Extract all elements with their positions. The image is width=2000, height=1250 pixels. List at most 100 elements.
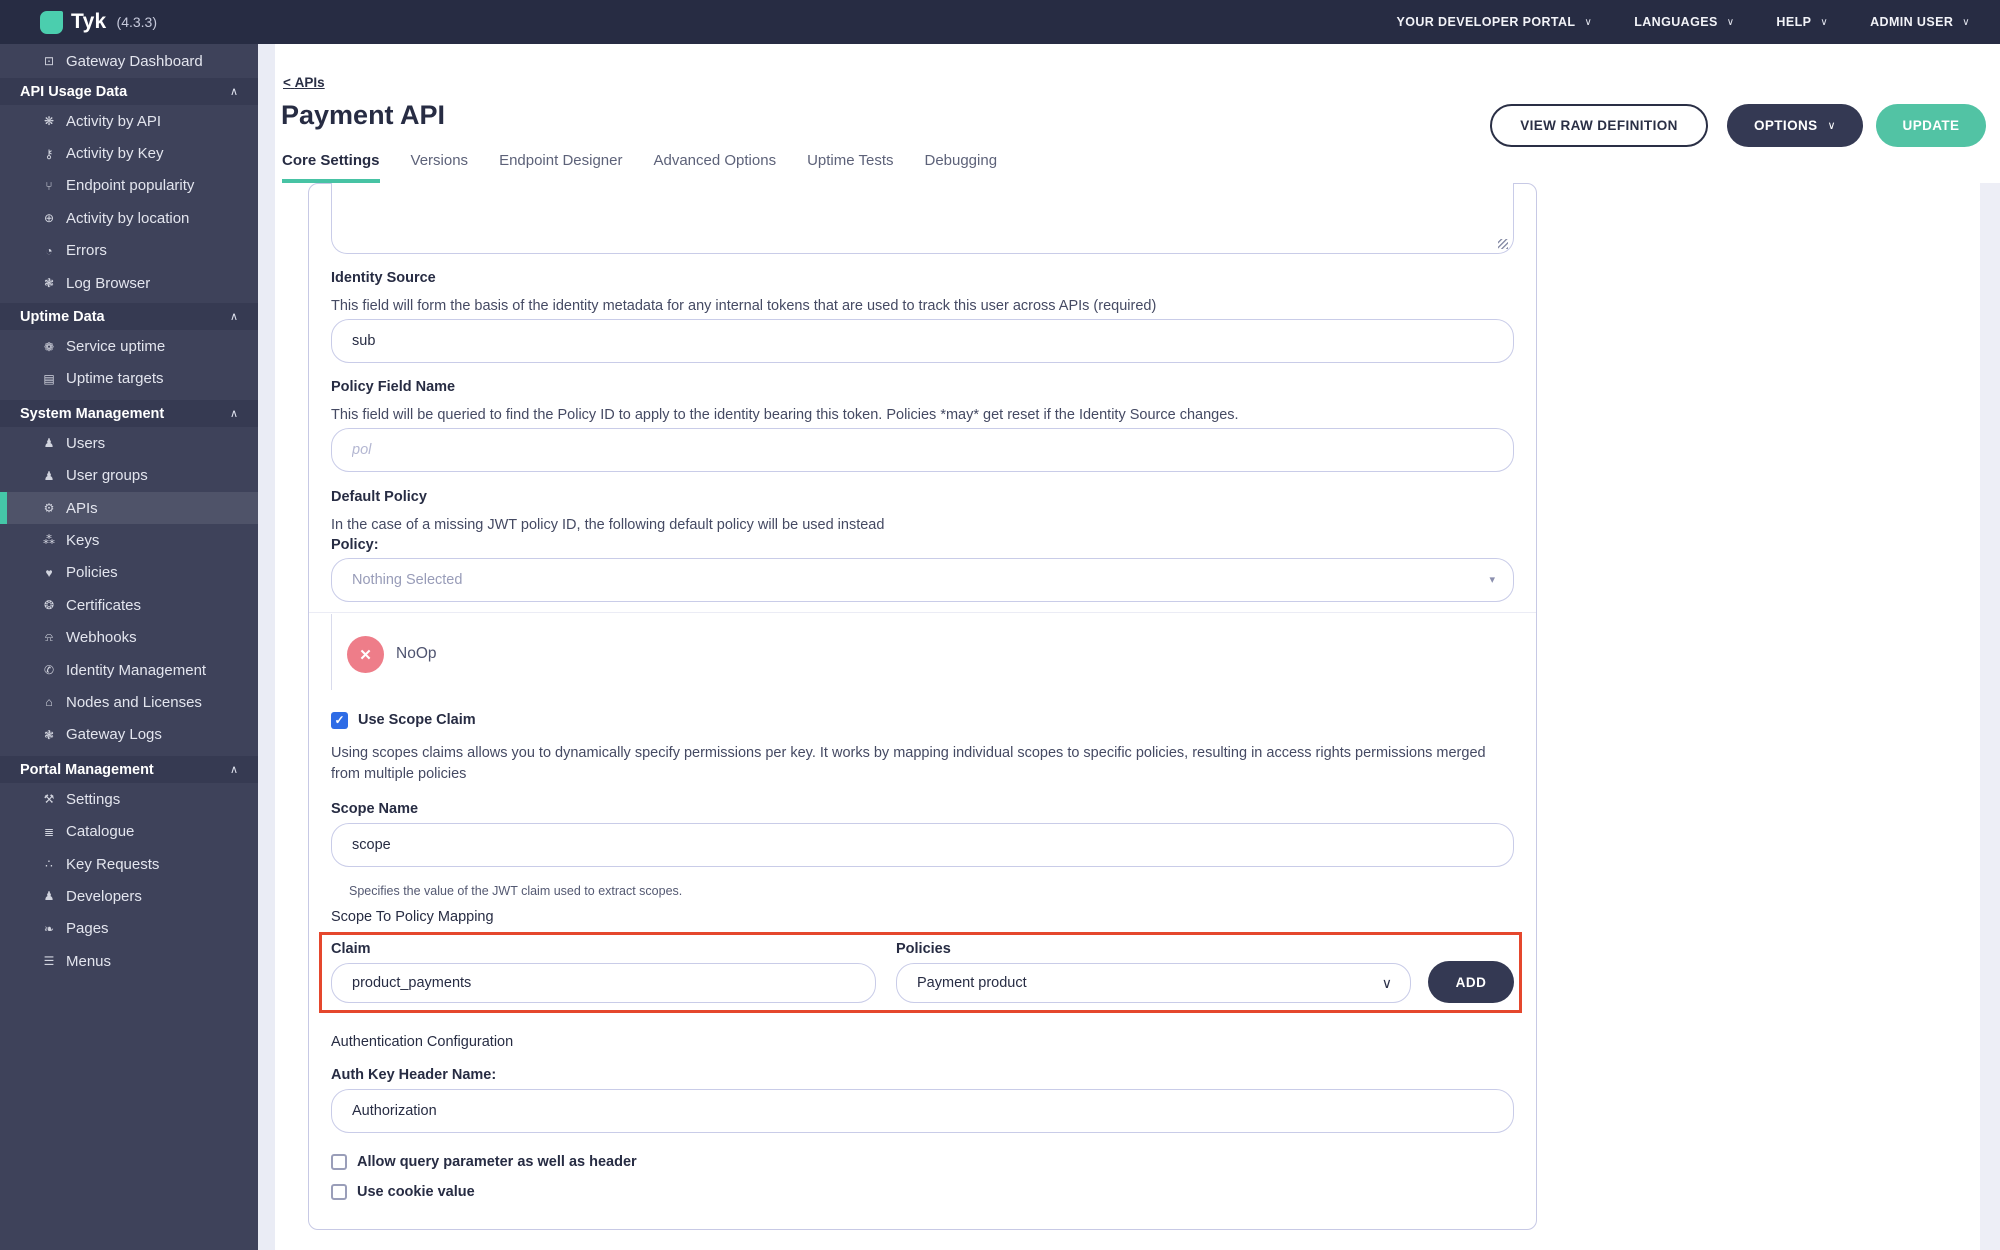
description-textarea[interactable] — [331, 183, 1514, 254]
sidebar-item-activity-by-key[interactable]: ⚷ Activity by Key — [0, 137, 258, 169]
tab-uptime-tests[interactable]: Uptime Tests — [807, 152, 893, 183]
sidebar-item-user-groups[interactable]: ♟ User groups — [0, 460, 258, 492]
allow-query-parameter-checkbox[interactable] — [331, 1154, 347, 1170]
phone-icon: ✆ — [43, 663, 55, 678]
chevron-up-icon: ∧ — [229, 408, 238, 421]
allow-query-parameter-label: Allow query parameter as well as header — [357, 1154, 637, 1170]
policies-label: Policies — [896, 941, 951, 957]
menu-developer-portal[interactable]: YOUR DEVELOPER PORTAL ∨ — [1396, 15, 1592, 29]
top-bar: Tyk (4.3.3) YOUR DEVELOPER PORTAL ∨ LANG… — [0, 0, 2000, 44]
sidebar-item-gateway-logs[interactable]: ❃ Gateway Logs — [0, 719, 258, 751]
sidebar-item-catalogue[interactable]: ≣ Catalogue — [0, 815, 258, 847]
section-divider — [309, 612, 1536, 613]
use-cookie-value-checkbox[interactable] — [331, 1184, 347, 1200]
sidebar-item-keys[interactable]: ⁂ Keys — [0, 524, 258, 556]
sidebar-item-log-browser[interactable]: ❃ Log Browser — [0, 267, 258, 299]
sidebar-item-service-uptime[interactable]: ❁ Service uptime — [0, 330, 258, 362]
gauge-icon: ❁ — [43, 339, 55, 354]
sidebar-section-api-usage-data[interactable]: API Usage Data ∧ — [0, 78, 258, 105]
sidebar-item-apis[interactable]: ⚙ APIs — [0, 491, 258, 525]
gears-icon: ⚙ — [43, 501, 55, 516]
policy-label: Policy: — [331, 537, 379, 553]
chevron-down-icon: ∨ — [1584, 16, 1593, 28]
bank-icon: ⌂ — [45, 695, 53, 710]
page-title: Payment API — [281, 100, 446, 130]
chart-icon: ❋ — [43, 114, 55, 129]
sidebar-item-key-requests[interactable]: ∴ Key Requests — [0, 848, 258, 880]
menu-admin-user[interactable]: ADMIN USER ∨ — [1870, 15, 1970, 29]
remove-policy-button[interactable]: ✕ — [347, 636, 384, 673]
sidebar-item-certificates[interactable]: ❂ Certificates — [0, 589, 258, 621]
sidebar-item-activity-by-location[interactable]: ⊕ Activity by location — [0, 202, 258, 234]
sidebar-item-gateway-dashboard[interactable]: ⊡ Gateway Dashboard — [0, 44, 258, 78]
sidebar-item-developers[interactable]: ♟ Developers — [0, 880, 258, 912]
user-icon: ♟ — [43, 436, 55, 451]
use-cookie-value-row: Use cookie value — [331, 1183, 475, 1201]
tab-versions[interactable]: Versions — [411, 152, 469, 183]
tab-advanced-options[interactable]: Advanced Options — [653, 152, 776, 183]
use-scope-claim-row: ✓ Use Scope Claim — [331, 711, 476, 729]
sidebar-item-settings[interactable]: ⚒ Settings — [0, 783, 258, 815]
close-icon: ✕ — [359, 646, 372, 664]
claim-input[interactable] — [331, 963, 876, 1003]
update-button[interactable]: UPDATE — [1876, 104, 1986, 147]
allow-query-parameter-row: Allow query parameter as well as header — [331, 1153, 637, 1171]
menu-help[interactable]: HELP ∨ — [1776, 15, 1828, 29]
sidebar-section-system-management[interactable]: System Management ∧ — [0, 400, 258, 428]
noop-policy-label: NoOp — [396, 645, 437, 662]
sidebar-item-pages[interactable]: ❧ Pages — [0, 913, 258, 945]
policy-field-name-description: This field will be queried to find the P… — [331, 407, 1239, 423]
users-icon: ♟ — [43, 468, 55, 483]
sidebar-item-activity-by-api[interactable]: ❋ Activity by API — [0, 105, 258, 137]
stack-icon: ≣ — [43, 824, 55, 839]
sidebar-item-errors[interactable]: ◔ Errors — [0, 235, 258, 267]
policy-field-name-input[interactable] — [331, 428, 1514, 472]
add-button[interactable]: ADD — [1428, 961, 1514, 1003]
policies-select[interactable]: Payment product ∨ — [896, 963, 1411, 1003]
tab-core-settings[interactable]: Core Settings — [282, 152, 380, 183]
paw-icon: ∴ — [45, 857, 53, 871]
sidebar-item-policies[interactable]: ♥ Policies — [0, 557, 258, 589]
menu-languages[interactable]: LANGUAGES ∨ — [1634, 15, 1734, 29]
chevron-down-icon: ∨ — [1726, 16, 1735, 28]
sidebar-section-portal-management[interactable]: Portal Management ∧ — [0, 756, 258, 784]
view-raw-definition-button[interactable]: VIEW RAW DEFINITION — [1490, 104, 1708, 147]
sidebar-section-uptime-data[interactable]: Uptime Data ∧ — [0, 303, 258, 331]
identity-source-input[interactable] — [331, 319, 1514, 363]
branch-icon: ⑂ — [45, 178, 53, 193]
sidebar-item-webhooks[interactable]: ⍾ Webhooks — [0, 621, 258, 653]
use-scope-claim-checkbox[interactable]: ✓ — [331, 711, 348, 729]
sidebar-item-menus[interactable]: ☰ Menus — [0, 945, 258, 977]
chevron-up-icon: ∧ — [229, 86, 238, 98]
sidebar: ⊡ Gateway Dashboard API Usage Data ∧ ❋ A… — [0, 44, 258, 1250]
bug-icon: ❃ — [43, 276, 55, 291]
badge-icon: ♥ — [45, 565, 53, 580]
tab-endpoint-designer[interactable]: Endpoint Designer — [499, 152, 622, 183]
sitemap-icon: ⁂ — [43, 533, 55, 548]
sidebar-item-users[interactable]: ♟ Users — [0, 427, 258, 459]
tab-debugging[interactable]: Debugging — [924, 152, 997, 183]
monitor-icon: ⊡ — [43, 54, 55, 68]
chevron-down-icon: ∨ — [1381, 975, 1392, 991]
policy-select[interactable]: Nothing Selected ▾ — [331, 558, 1514, 602]
resize-handle-icon[interactable] — [1498, 239, 1508, 249]
sidebar-item-nodes-and-licenses[interactable]: ⌂ Nodes and Licenses — [0, 686, 258, 718]
options-button[interactable]: OPTIONS ∨ — [1727, 104, 1863, 147]
app-version: (4.3.3) — [116, 14, 157, 30]
scrollbar[interactable] — [1980, 183, 2000, 1250]
sidebar-item-endpoint-popularity[interactable]: ⑂ Endpoint popularity — [0, 170, 258, 202]
use-scope-claim-description: Using scopes claims allows you to dynami… — [331, 745, 1486, 782]
breadcrumb[interactable]: < APIs — [283, 75, 325, 90]
core-settings-panel: Identity Source This field will form the… — [308, 183, 1537, 1230]
noop-policy-row: ✕ NoOp — [331, 614, 651, 690]
policy-field-name-label: Policy Field Name — [331, 379, 456, 395]
scope-name-helper: Specifies the value of the JWT claim use… — [349, 884, 683, 898]
auth-key-header-input[interactable] — [331, 1089, 1514, 1133]
scope-name-input[interactable] — [331, 823, 1514, 867]
menu-icon: ☰ — [43, 954, 55, 969]
check-icon: ✓ — [334, 713, 345, 727]
sidebar-item-identity-management[interactable]: ✆ Identity Management — [0, 654, 258, 686]
sidebar-item-uptime-targets[interactable]: ▤ Uptime targets — [0, 363, 258, 395]
brand-name: Tyk — [71, 10, 107, 33]
default-policy-description: In the case of a missing JWT policy ID, … — [331, 517, 885, 533]
